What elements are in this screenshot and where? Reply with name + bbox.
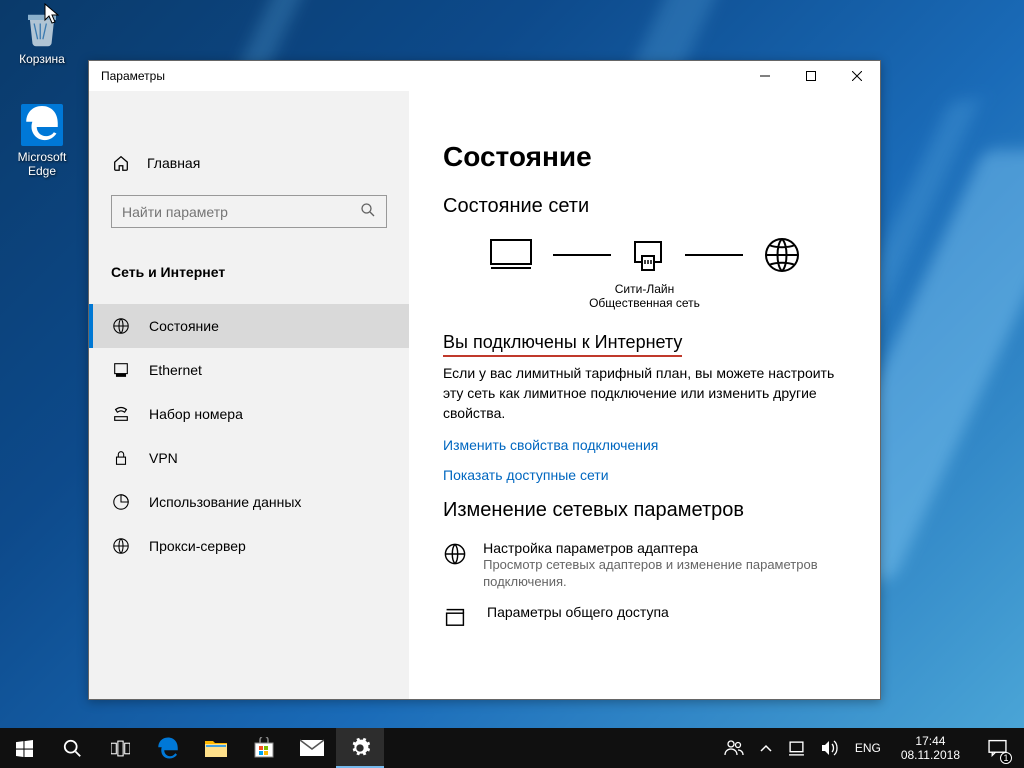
taskbar: ENG 17:44 08.11.2018 1	[0, 728, 1024, 768]
language-label: ENG	[855, 741, 881, 755]
vpn-icon	[111, 448, 131, 468]
taskbar-app-explorer[interactable]	[192, 728, 240, 768]
sidebar-item-vpn[interactable]: VPN	[89, 436, 409, 480]
search-button[interactable]	[48, 728, 96, 768]
router-icon	[631, 238, 665, 272]
close-button[interactable]	[834, 61, 880, 91]
network-type: Общественная сеть	[443, 296, 846, 310]
option-title: Параметры общего доступа	[487, 604, 669, 620]
window-title: Параметры	[89, 69, 165, 83]
ethernet-icon	[111, 360, 131, 380]
tray-volume[interactable]	[817, 728, 843, 768]
network-name: Сити-Лайн	[443, 282, 846, 296]
sidebar-item-data-usage[interactable]: Использование данных	[89, 480, 409, 524]
window-titlebar[interactable]: Параметры	[89, 61, 880, 91]
sidebar-item-dialup[interactable]: Набор номера	[89, 392, 409, 436]
sidebar-item-label: Набор номера	[149, 406, 243, 422]
windows-icon	[16, 740, 33, 757]
desktop-icon-edge[interactable]: Microsoft Edge	[4, 104, 80, 178]
sidebar-item-label: Использование данных	[149, 494, 301, 510]
globe-large-icon	[763, 236, 801, 274]
sidebar-item-ethernet[interactable]: Ethernet	[89, 348, 409, 392]
date-label: 08.11.2018	[901, 748, 960, 762]
home-nav[interactable]: Главная	[89, 141, 409, 185]
tray-people[interactable]	[720, 728, 748, 768]
network-label: Сити-Лайн Общественная сеть	[443, 282, 846, 310]
system-tray: ENG 17:44 08.11.2018 1	[720, 728, 1024, 768]
sidebar-item-label: Состояние	[149, 318, 219, 334]
tray-chevron-up[interactable]	[756, 728, 776, 768]
sidebar-item-label: VPN	[149, 450, 178, 466]
volume-icon	[821, 740, 839, 756]
time-label: 17:44	[901, 734, 960, 748]
tray-language[interactable]: ENG	[851, 728, 885, 768]
home-icon	[111, 153, 131, 173]
sidebar: Главная Сеть и Интернет Состояние Ethern…	[89, 91, 409, 699]
link-show-available-networks[interactable]: Показать доступные сети	[443, 467, 846, 483]
option-body: Просмотр сетевых адаптеров и изменение п…	[483, 556, 846, 590]
taskbar-app-edge[interactable]	[144, 728, 192, 768]
sharing-icon	[443, 604, 471, 635]
sidebar-item-label: Прокси-сервер	[149, 538, 246, 554]
connected-heading: Вы подключены к Интернету	[443, 332, 682, 357]
search-input[interactable]	[111, 195, 387, 228]
store-icon	[253, 737, 275, 759]
maximize-button[interactable]	[788, 61, 834, 91]
edge-icon	[156, 736, 180, 760]
section-heading-network-status: Состояние сети	[443, 195, 846, 218]
notification-badge: 1	[1000, 752, 1012, 764]
main-content: Состояние Состояние сети Сити-Лайн Общес…	[409, 91, 880, 699]
start-button[interactable]	[0, 728, 48, 768]
edge-icon	[21, 104, 63, 146]
desktop-icon-recycle-bin[interactable]: Корзина	[4, 6, 80, 66]
settings-window: Параметры Главная Сеть и Интернет Состоя…	[88, 60, 881, 700]
home-label: Главная	[147, 155, 200, 171]
tray-clock[interactable]: 17:44 08.11.2018	[893, 734, 968, 762]
option-sharing-settings[interactable]: Параметры общего доступа	[443, 604, 846, 635]
connected-body: Если у вас лимитный тарифный план, вы мо…	[443, 363, 846, 423]
gear-icon	[349, 737, 371, 759]
network-diagram	[443, 236, 846, 274]
section-heading-change-network: Изменение сетевых параметров	[443, 499, 846, 522]
desktop-icon-label: Microsoft Edge	[4, 150, 80, 178]
tray-notifications[interactable]: 1	[976, 728, 1018, 768]
folder-icon	[205, 738, 227, 758]
mail-icon	[300, 739, 324, 757]
minimize-button[interactable]	[742, 61, 788, 91]
globe-icon	[111, 316, 131, 336]
computer-icon	[489, 238, 533, 272]
people-icon	[724, 739, 744, 757]
page-heading: Состояние	[443, 141, 846, 173]
network-icon	[788, 740, 805, 757]
recycle-bin-icon	[21, 6, 63, 48]
dialup-icon	[111, 404, 131, 424]
task-view-icon	[111, 740, 130, 757]
data-usage-icon	[111, 492, 131, 512]
sidebar-item-status[interactable]: Состояние	[89, 304, 409, 348]
search-icon	[360, 202, 376, 221]
option-adapter-settings[interactable]: Настройка параметров адаптера Просмотр с…	[443, 540, 846, 590]
chevron-up-icon	[760, 744, 772, 752]
task-view-button[interactable]	[96, 728, 144, 768]
taskbar-app-mail[interactable]	[288, 728, 336, 768]
adapter-icon	[443, 540, 467, 590]
option-title: Настройка параметров адаптера	[483, 540, 846, 556]
search-icon	[63, 739, 82, 758]
link-change-connection-properties[interactable]: Изменить свойства подключения	[443, 437, 846, 453]
search-field[interactable]	[122, 204, 360, 220]
sidebar-item-proxy[interactable]: Прокси-сервер	[89, 524, 409, 568]
taskbar-app-settings[interactable]	[336, 728, 384, 768]
tray-network[interactable]	[784, 728, 809, 768]
proxy-icon	[111, 536, 131, 556]
desktop-icon-label: Корзина	[4, 52, 80, 66]
category-label: Сеть и Интернет	[89, 250, 409, 294]
sidebar-item-label: Ethernet	[149, 362, 202, 378]
taskbar-app-store[interactable]	[240, 728, 288, 768]
